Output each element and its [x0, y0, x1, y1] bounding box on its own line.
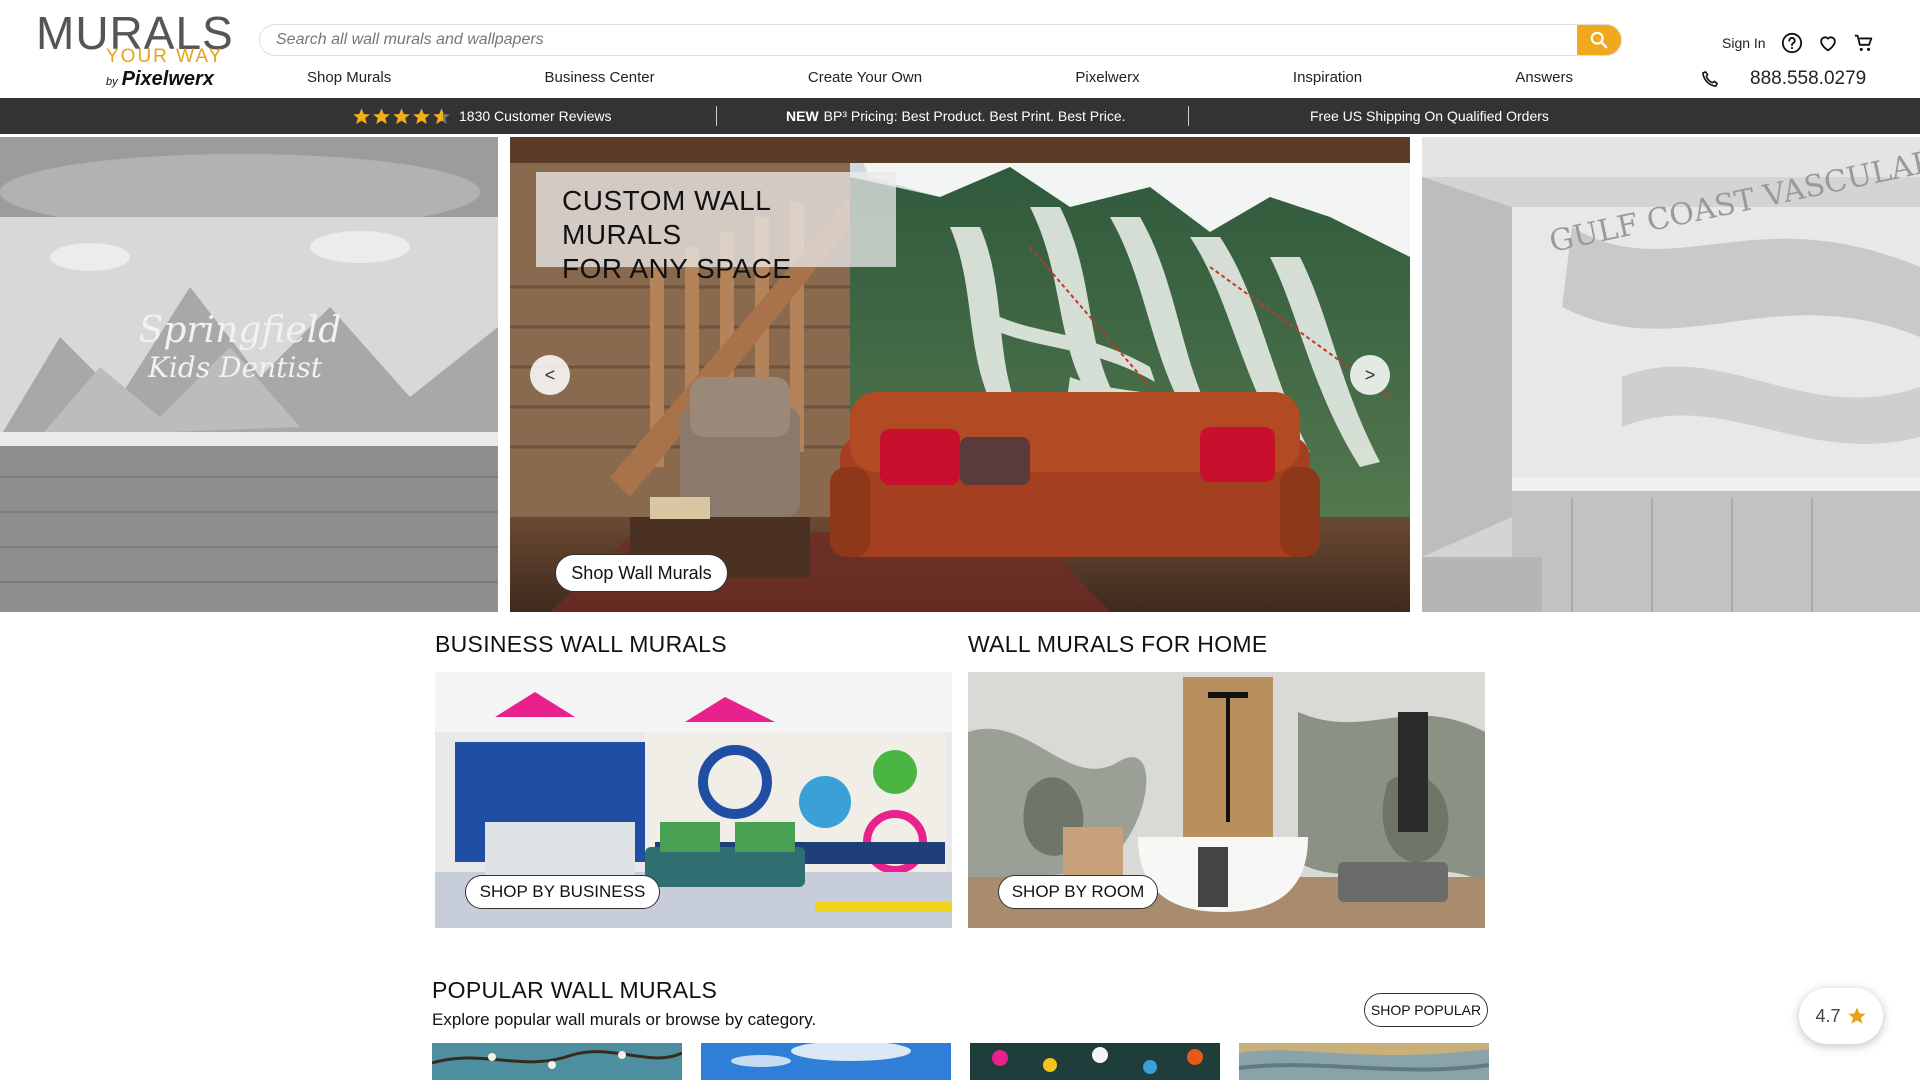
shipping-message: Free US Shipping On Qualified Orders [1310, 98, 1549, 134]
shipping-text: Free US Shipping On Qualified Orders [1310, 108, 1549, 124]
popular-mural-thumb[interactable] [1239, 1043, 1489, 1080]
shop-wall-murals-button[interactable]: Shop Wall Murals [555, 554, 728, 592]
nav-item-shop-murals[interactable]: Shop Murals [260, 69, 438, 86]
business-murals-heading: BUSINESS WALL MURALS [435, 631, 727, 657]
left-slide-sign: Springfield [139, 310, 342, 351]
site-header: MURALS YOUR WAY byPixelwerx Sign In Shop… [0, 0, 1920, 98]
logo-brand: Pixelwerx [121, 68, 214, 90]
nav-item-inspiration[interactable]: Inspiration [1246, 69, 1409, 86]
star-icon [353, 108, 370, 124]
svg-text:Kids Dentist: Kids Dentist [147, 351, 323, 384]
carousel-slide-prev[interactable]: Springfield Kids Dentist [0, 137, 498, 612]
star-icon [1847, 1007, 1866, 1024]
site-logo[interactable]: MURALS YOUR WAY by Pixelwerx [36, 10, 233, 91]
search-input[interactable] [276, 25, 1576, 55]
pricing-message: NEW BP³ Pricing: Best Product. Best Prin… [786, 98, 1126, 134]
popular-murals-subtitle: Explore popular wall murals or browse by… [432, 1010, 817, 1029]
star-icon [393, 108, 410, 124]
rating-widget[interactable]: 4.7 [1799, 988, 1883, 1044]
carousel-prev-button[interactable]: < [530, 355, 570, 395]
nav-item-pixelwerx[interactable]: Pixelwerx [1028, 69, 1186, 86]
carousel-slide-next[interactable]: GULF COAST VASCULAR [1422, 137, 1920, 612]
popular-murals-heading: POPULAR WALL MURALS [432, 977, 718, 1003]
shop-by-room-button[interactable]: SHOP BY ROOM [998, 875, 1158, 909]
sign-in-link[interactable]: Sign In [1722, 35, 1766, 51]
home-murals-card[interactable]: SHOP BY ROOM [968, 672, 1485, 928]
popular-mural-thumb[interactable] [970, 1043, 1220, 1080]
account-tools: Sign In [1722, 28, 1876, 58]
hero-title: CUSTOM WALL MURALS FOR ANY SPACE [536, 172, 896, 284]
phone-icon [1702, 71, 1718, 87]
almond-blossom-image [432, 1043, 682, 1080]
cart-icon [1854, 34, 1872, 51]
ocean-texture-image [1239, 1043, 1489, 1080]
popular-mural-thumb[interactable] [701, 1043, 951, 1080]
chevron-left-icon: < [544, 364, 556, 385]
new-label: NEW [786, 108, 819, 124]
popular-mural-thumb[interactable] [432, 1043, 682, 1080]
hero-carousel: Springfield Kids Dentist CUSTOM WALL MUR… [0, 137, 1920, 612]
reviews-count: 1830 Customer Reviews [459, 108, 612, 124]
hero-title-line-1: CUSTOM WALL MURALS [562, 185, 771, 250]
search-button[interactable] [1577, 25, 1621, 55]
chevron-right-icon: > [1364, 364, 1376, 385]
vascular-office-image: GULF COAST VASCULAR [1422, 137, 1920, 612]
search-bar [259, 24, 1622, 56]
business-murals-card[interactable]: SHOP BY BUSINESS [435, 672, 952, 928]
floral-pattern-image [970, 1043, 1220, 1080]
logo-line-3: by Pixelwerx [106, 68, 214, 91]
logo-line-2: YOUR WAY [106, 46, 224, 67]
phone-contact[interactable]: 888.558.0279 [1700, 66, 1866, 92]
shop-by-business-button[interactable]: SHOP BY BUSINESS [465, 875, 660, 909]
help-button[interactable] [1780, 31, 1804, 55]
phone-number: 888.558.0279 [1750, 68, 1867, 89]
star-icon [413, 108, 430, 124]
promo-divider [716, 106, 717, 126]
promo-bar: 1830 Customer Reviews NEW BP³ Pricing: B… [0, 98, 1920, 134]
pricing-text: BP³ Pricing: Best Product. Best Print. B… [823, 108, 1126, 124]
reviews-summary[interactable]: 1830 Customer Reviews [352, 98, 612, 134]
nav-item-create-your-own[interactable]: Create Your Own [761, 69, 969, 86]
star-half-icon [433, 108, 450, 124]
wishlist-button[interactable] [1816, 31, 1840, 55]
help-icon [1781, 32, 1802, 54]
blue-sky-image [701, 1043, 951, 1080]
cart-button[interactable] [1852, 31, 1876, 55]
rating-value: 4.7 [1815, 1005, 1841, 1026]
search-icon [1590, 31, 1608, 49]
logo-by: by [106, 76, 118, 88]
main-nav: Shop Murals Business Center Create Your … [260, 64, 1620, 90]
review-stars [352, 107, 451, 126]
star-icon [373, 108, 390, 124]
carousel-next-button[interactable]: > [1350, 355, 1390, 395]
dentist-office-image: Springfield Kids Dentist [0, 137, 498, 612]
hero-title-line-2: FOR ANY SPACE [562, 253, 792, 284]
shop-popular-button[interactable]: SHOP POPULAR [1364, 993, 1488, 1027]
nav-item-answers[interactable]: Answers [1468, 69, 1620, 86]
promo-divider [1188, 106, 1189, 126]
home-murals-heading: WALL MURALS FOR HOME [968, 631, 1268, 657]
heart-icon [1819, 36, 1836, 52]
nav-item-business-center[interactable]: Business Center [498, 69, 702, 86]
carousel-slide-active[interactable]: CUSTOM WALL MURALS FOR ANY SPACE < > Sho… [510, 137, 1410, 612]
